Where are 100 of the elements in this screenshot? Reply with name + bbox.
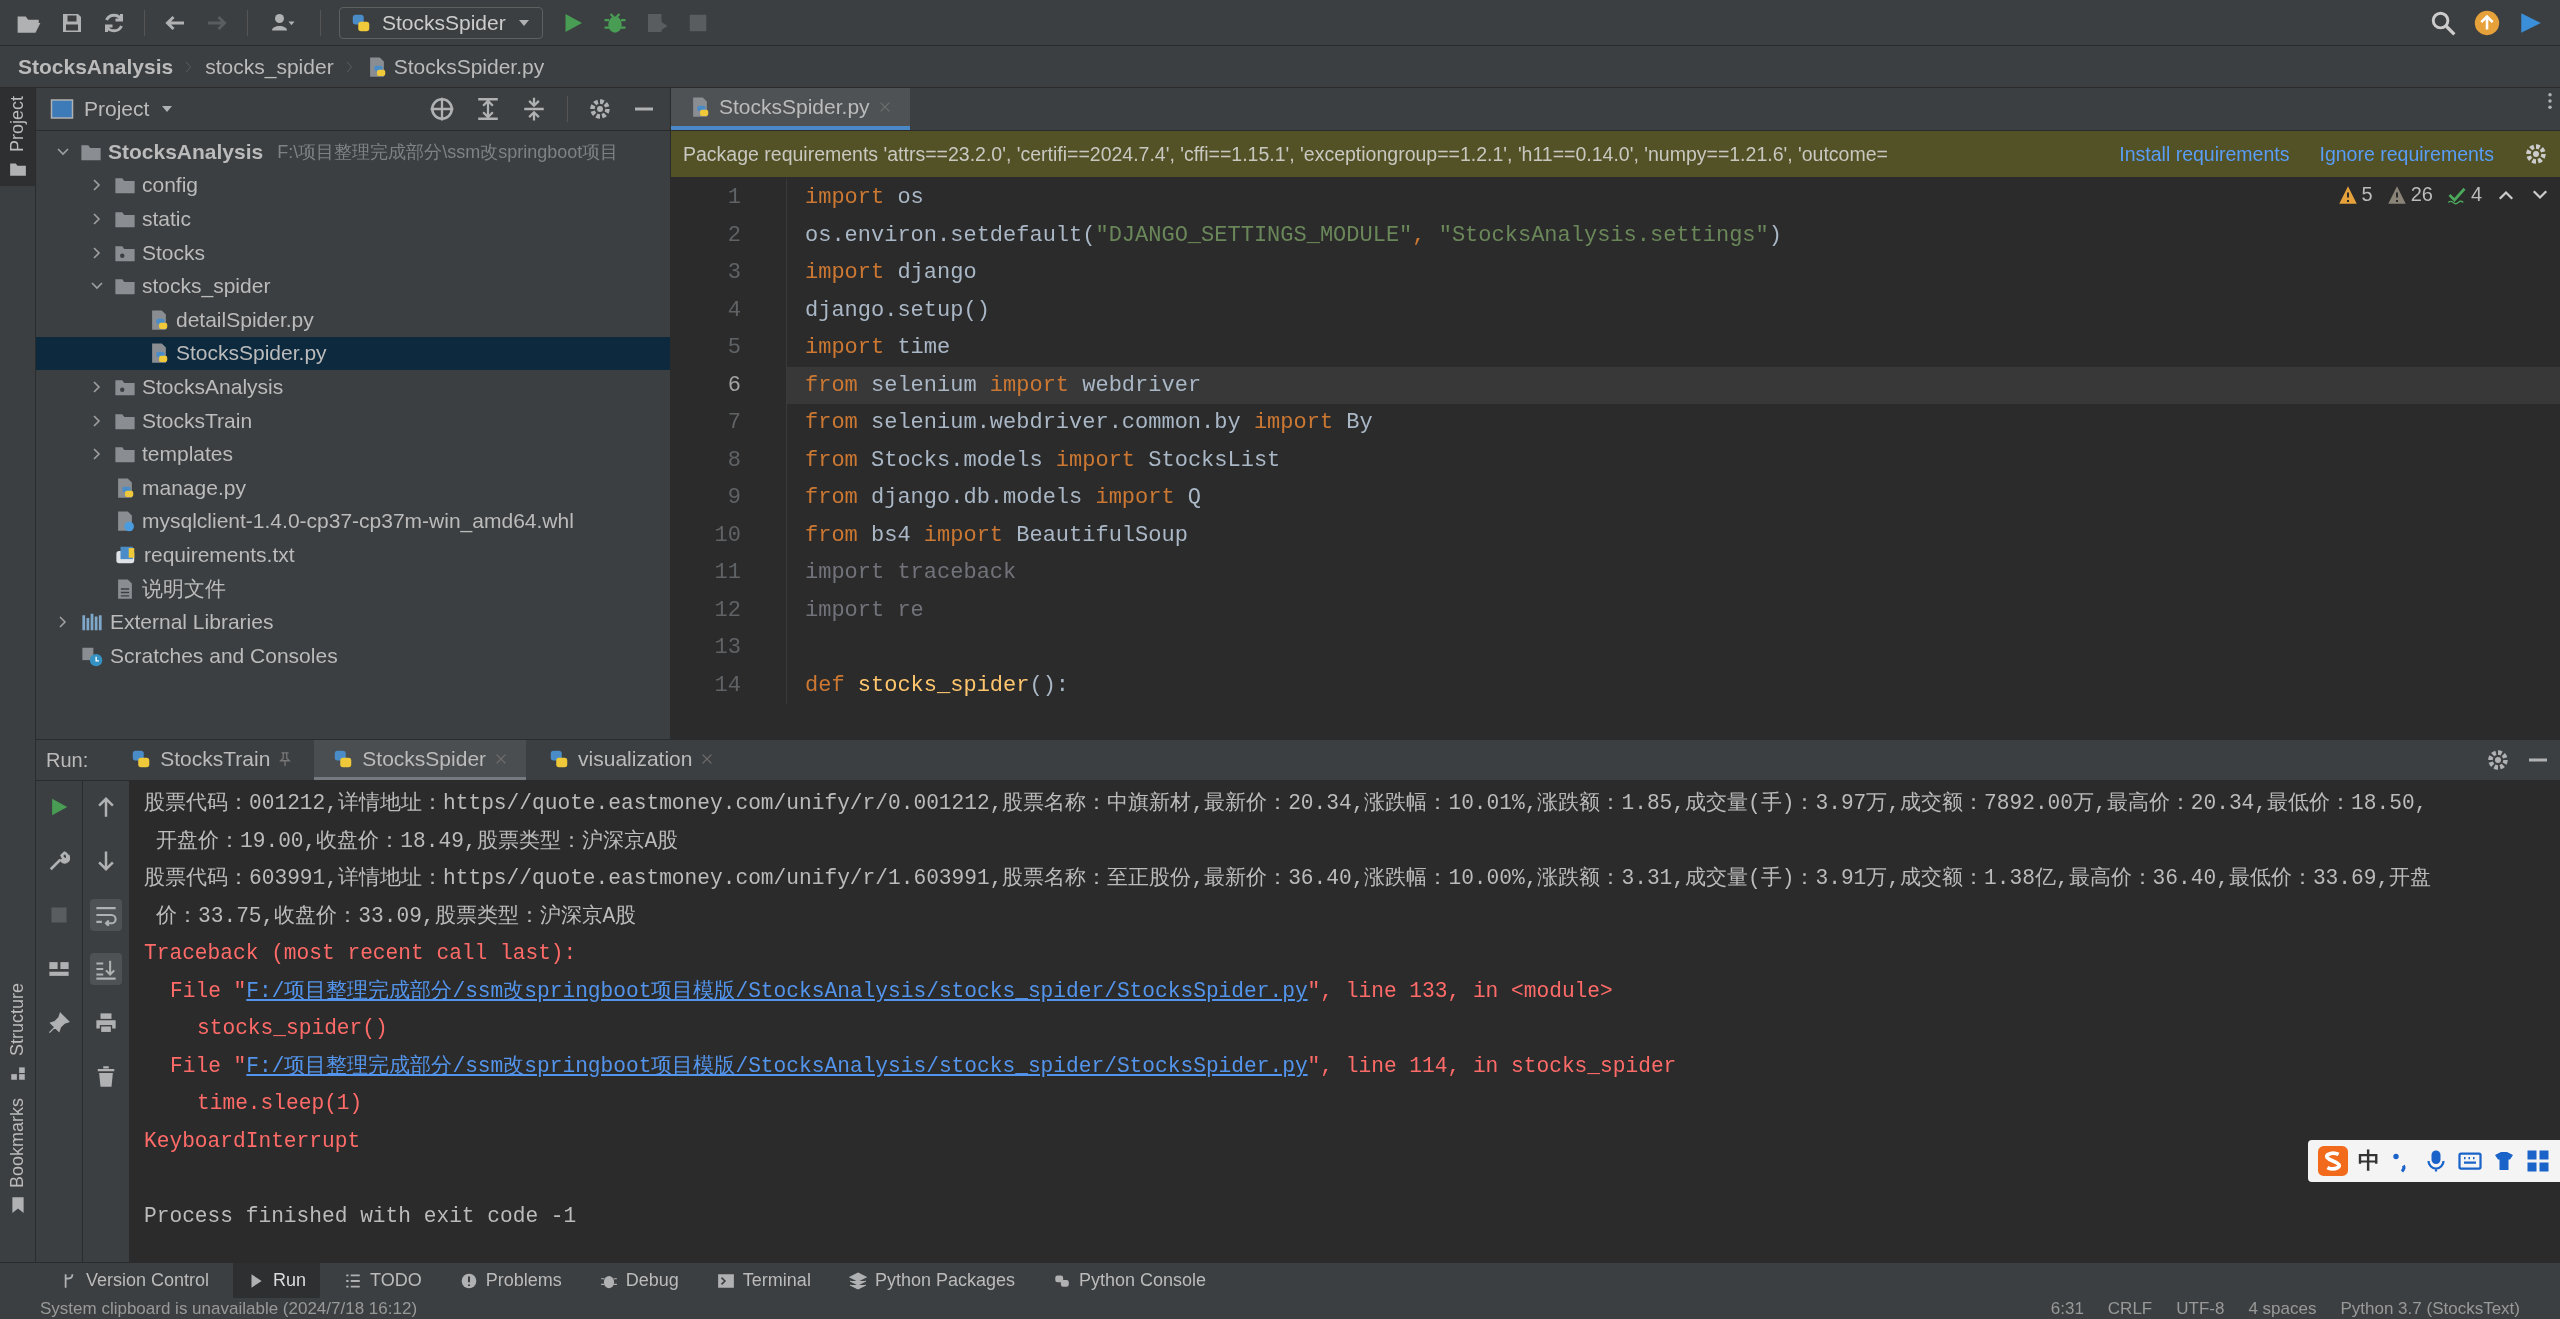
status-item[interactable]: Python 3.7 (StocksText) xyxy=(2340,1298,2520,1319)
grid-icon[interactable] xyxy=(2526,1149,2550,1173)
expand-all-icon[interactable] xyxy=(475,96,501,122)
line-number: 8 xyxy=(726,447,742,473)
tree-item[interactable]: StocksTrain xyxy=(36,403,670,438)
console-line: 价：33.75,收盘价：33.09,股票类型：沪深京A股 xyxy=(155,902,637,930)
run-configuration-dropdown[interactable]: StocksSpider xyxy=(339,6,543,39)
code-line: import traceback xyxy=(786,554,2560,592)
console-line: Traceback (most recent call last): xyxy=(144,940,577,967)
code-line: import re xyxy=(786,591,2560,629)
line-number: 12 xyxy=(713,597,742,623)
status-item[interactable]: 4 spaces xyxy=(2248,1298,2317,1319)
tool-window-tab[interactable]: Run xyxy=(233,1263,321,1298)
down-arrow-icon xyxy=(95,850,117,872)
tree-item[interactable]: Stocks xyxy=(36,235,670,270)
line-number: 10 xyxy=(713,522,742,548)
tree-item[interactable]: manage.py xyxy=(36,470,670,505)
tree-item[interactable]: Scratches and Consoles xyxy=(36,638,670,673)
code-line: django.setup() xyxy=(786,291,2560,329)
input-mode-toggle[interactable]: 中 xyxy=(2358,1146,2380,1176)
code-line: import time xyxy=(786,329,2560,367)
file-link[interactable]: F:/项目整理完成部分/ssm改springboot项目模版/StocksAnalysis/stocks_spider/StocksSpider.py xyxy=(246,978,1308,1003)
run-label: Run: xyxy=(46,747,90,773)
console-line: File "F:/项目整理完成部分/ssm改springboot项目模版/StocksAnalysis/stocks_spider/StocksSpider.py", line 133, in <module> xyxy=(169,977,1613,1005)
tool-window-tab[interactable]: Python Packages xyxy=(834,1263,1029,1298)
search-icon[interactable] xyxy=(2430,9,2456,36)
project-view-dropdown[interactable]: Project xyxy=(50,97,176,121)
status-item[interactable]: 6:31 xyxy=(2050,1298,2084,1319)
side-tool-tab[interactable]: Structure xyxy=(0,974,35,1090)
microphone-icon[interactable] xyxy=(2424,1149,2448,1173)
editor-tab[interactable]: StocksSpider.py xyxy=(671,88,910,130)
keyboard-icon[interactable] xyxy=(2458,1149,2482,1173)
shirt-icon[interactable] xyxy=(2492,1149,2516,1173)
console-line: Process finished with exit code -1 xyxy=(144,1202,577,1230)
banner-link[interactable]: Ignore requirements xyxy=(2319,142,2494,166)
tool-window-tab[interactable]: Python Console xyxy=(1039,1263,1221,1298)
terminal-icon xyxy=(716,1271,735,1290)
tree-item[interactable]: StocksAnalysis xyxy=(36,370,670,404)
tree-item[interactable]: config xyxy=(36,168,670,203)
update-icon[interactable] xyxy=(2474,9,2500,36)
tree-item[interactable]: requirements.txt xyxy=(36,538,670,572)
soft-wrap-button[interactable] xyxy=(90,899,122,931)
tool-window-tab[interactable]: Terminal xyxy=(702,1263,825,1298)
tree-item[interactable]: stocks_spider xyxy=(36,269,670,303)
code-line: from Stocks.models import StocksList xyxy=(786,441,2560,479)
tree-item[interactable]: detailSpider.py xyxy=(36,302,670,337)
breadcrumb-item[interactable]: StocksSpider.py xyxy=(365,54,545,79)
scroll-to-end-button[interactable] xyxy=(90,953,122,985)
tree-item[interactable]: 说明文件 xyxy=(36,571,670,606)
input-method-logo-icon xyxy=(2318,1146,2348,1176)
file-link[interactable]: F:/项目整理完成部分/ssm改springboot项目模版/StocksAnalysis/stocks_spider/StocksSpider.py xyxy=(246,1053,1308,1078)
tree-item[interactable]: StocksSpider.py xyxy=(36,336,670,371)
line-number: 13 xyxy=(713,635,742,661)
tree-item[interactable]: mysqlclient-1.4.0-cp37-cp37m-win_amd64.whl xyxy=(36,504,670,539)
tool-window-tab[interactable]: Debug xyxy=(585,1263,693,1298)
tree-item[interactable]: templates xyxy=(36,437,670,471)
process-tab[interactable]: visualization xyxy=(530,740,733,780)
settings-icon[interactable] xyxy=(2486,748,2510,772)
banner-link[interactable]: Install requirements xyxy=(2119,142,2290,166)
line-number: 2 xyxy=(726,222,742,248)
console-line: time.sleep(1) xyxy=(196,1090,363,1117)
inspection-count[interactable]: 26 xyxy=(2386,183,2433,206)
inspection-count[interactable]: 4 xyxy=(2446,183,2482,206)
tool-window-tab[interactable]: TODO xyxy=(330,1263,436,1298)
inspection-count[interactable]: 5 xyxy=(2337,183,2373,206)
tree-item[interactable]: StocksAnalysis F:\项目整理完成部分\ssm改springboot项目 xyxy=(36,135,670,169)
trash-icon xyxy=(95,1066,117,1088)
collapse-all-icon[interactable] xyxy=(521,96,547,122)
status-message: System clipboard is unavailable (2024/7/18 16:12) xyxy=(40,1298,418,1319)
settings-icon[interactable] xyxy=(588,97,612,121)
status-item[interactable]: UTF-8 xyxy=(2176,1298,2225,1319)
up-arrow-icon xyxy=(95,796,117,818)
side-tool-tab[interactable]: Bookmarks xyxy=(0,1089,35,1222)
tool-window-tab[interactable]: Problems xyxy=(445,1263,576,1298)
breadcrumb-item[interactable]: stocks_spider xyxy=(205,54,334,79)
console-line: stocks_spider() xyxy=(196,1015,388,1042)
process-tab[interactable]: StocksTrain xyxy=(112,740,311,780)
folder-icon xyxy=(8,160,27,179)
console-line: 开盘价：19.00,收盘价：18.49,股票类型：沪深京A股 xyxy=(155,827,679,855)
code-line: def stocks_spider(): xyxy=(786,666,2560,704)
console-line: KeyboardInterrupt xyxy=(144,1127,361,1155)
locate-icon[interactable] xyxy=(429,96,455,122)
line-number: 6 xyxy=(726,372,742,398)
code-line: import django xyxy=(786,254,2560,292)
tree-item[interactable]: static xyxy=(36,202,670,236)
side-tool-tab[interactable]: Project xyxy=(0,88,35,187)
line-number: 5 xyxy=(726,335,742,361)
process-tab[interactable]: StocksSpider xyxy=(314,740,527,780)
status-item[interactable]: CRLF xyxy=(2107,1298,2153,1319)
tree-item[interactable]: External Libraries xyxy=(36,605,670,639)
code-line: from bs4 import BeautifulSoup xyxy=(786,516,2560,554)
line-number: 4 xyxy=(726,297,742,323)
code-line: from django.db.models import Q xyxy=(786,479,2560,517)
line-number: 3 xyxy=(726,260,742,286)
layers-icon xyxy=(848,1271,867,1290)
tool-window-tab[interactable]: Version Control xyxy=(46,1263,224,1298)
settings-icon[interactable] xyxy=(2524,142,2548,166)
pin-icon xyxy=(48,1012,70,1034)
breadcrumb-item[interactable]: StocksAnalysis xyxy=(18,54,174,79)
debug-icon[interactable] xyxy=(602,10,627,35)
